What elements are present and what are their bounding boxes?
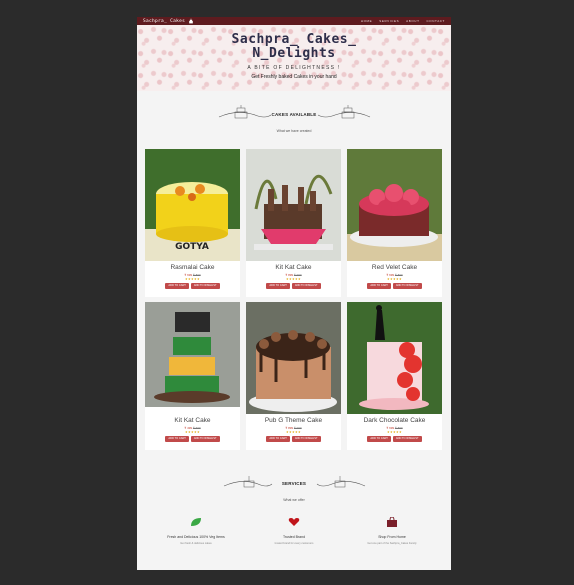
add-to-cart-button[interactable]: ADD TO CART [165, 282, 189, 289]
hero-subtitle: Get Freshly baked Cakes in your hand [251, 74, 337, 80]
cake-card[interactable]: Kit Kat Cake ₹ 899 ₹ 999 ★★★★★ ADD TO CA… [246, 149, 341, 297]
page: Sachpra_ Cakes HOME SERVICES ABOUT CONTA… [137, 17, 451, 570]
cake-name: Kit Kat Cake [174, 417, 211, 424]
services-section: SERVICES What we offer Fresh and Delicio… [137, 472, 451, 545]
service-title: Trusted Brand [282, 535, 306, 539]
cake-image[interactable] [347, 149, 442, 261]
service-desc: trusted brand for every customers [274, 541, 314, 545]
hero-title: Sachpra_ Cakes_ N_Delights [137, 25, 451, 61]
add-to-cart-button[interactable]: ADD TO CART [266, 282, 290, 289]
cake-card[interactable]: Red Velet Cake ₹ 699 ₹ 899 ★★★★★ ADD TO … [347, 149, 442, 297]
heart-icon [288, 518, 300, 526]
service-item: Trusted Brand trusted brand for every cu… [254, 514, 334, 545]
cake-icon [189, 18, 193, 24]
add-to-cart-button[interactable]: ADD TO CART [165, 435, 189, 442]
cake-image[interactable] [347, 302, 442, 414]
service-desc: Get fresh & delicious cakes [180, 541, 212, 545]
hero-title-line2: N_Delights [252, 46, 336, 61]
rating-stars: ★★★★★ [185, 429, 200, 434]
nav-link-services[interactable]: SERVICES [379, 19, 399, 23]
add-to-cart-button[interactable]: ADD TO CART [367, 435, 391, 442]
cake-image[interactable] [246, 149, 341, 261]
service-item: Shop From Home Get one part of the Sachp… [352, 514, 432, 545]
cakes-section-title: CAKES AVAILABLE [271, 112, 317, 117]
cakes-section-header: CAKES AVAILABLE [137, 103, 451, 127]
add-to-wishlist-button[interactable]: ADD TO WISHLIST [190, 435, 220, 442]
cake-grid: GOTYA Rasmalai Cake ₹ 699 ₹ 899 ★★★★★ AD… [145, 149, 442, 450]
navbar: Sachpra_ Cakes HOME SERVICES ABOUT CONTA… [137, 17, 451, 25]
add-to-wishlist-button[interactable]: ADD TO WISHLIST [291, 282, 321, 289]
cake-name: Dark Chocolate Cake [363, 417, 426, 424]
cake-card[interactable]: GOTYA Rasmalai Cake ₹ 699 ₹ 899 ★★★★★ AD… [145, 149, 240, 297]
hero-banner: Sachpra_ Cakes_ N_Delights A BITE OF DEL… [137, 25, 451, 91]
nav-link-contact[interactable]: CONTACT [427, 19, 445, 23]
cake-name: Kit Kat Cake [275, 264, 312, 271]
add-to-cart-button[interactable]: ADD TO CART [266, 435, 290, 442]
cakes-section-subtitle: What we have created [276, 129, 312, 133]
bag-icon [387, 516, 397, 527]
cake-card[interactable]: Dark Chocolate Cake ₹ 699 ₹ 899 ★★★★★ AD… [347, 302, 442, 450]
rating-stars: ★★★★★ [286, 276, 301, 281]
service-item: Fresh and Delicious 100% Veg Items Get f… [156, 514, 236, 545]
nav-link-home[interactable]: HOME [361, 19, 372, 23]
services-section-title: SERVICES [281, 481, 307, 486]
cake-image[interactable]: GOTYA [145, 149, 240, 261]
leaf-icon [191, 518, 201, 526]
add-to-wishlist-button[interactable]: ADD TO WISHLIST [392, 435, 422, 442]
hero-title-line1: Sachpra_ Cakes_ [231, 32, 357, 47]
service-title: Fresh and Delicious 100% Veg Items [167, 535, 225, 539]
add-to-wishlist-button[interactable]: ADD TO WISHLIST [392, 282, 422, 289]
cake-image[interactable] [246, 302, 341, 414]
nav-links: HOME SERVICES ABOUT CONTACT [361, 19, 445, 23]
rating-stars: ★★★★★ [387, 276, 402, 281]
rating-stars: ★★★★★ [185, 276, 200, 281]
rating-stars: ★★★★★ [387, 429, 402, 434]
services-section-subtitle: What we offer [283, 498, 305, 502]
cake-name: Red Velet Cake [371, 264, 418, 271]
services-section-header: SERVICES [137, 472, 451, 496]
cake-name: Pub G Theme Cake [264, 417, 323, 424]
cake-card[interactable]: Pub G Theme Cake ₹ 899 ₹ 999 ★★★★★ ADD T… [246, 302, 341, 450]
brand[interactable]: Sachpra_ Cakes [143, 18, 194, 24]
svg-text:GOTYA: GOTYA [175, 242, 209, 252]
add-to-wishlist-button[interactable]: ADD TO WISHLIST [291, 435, 321, 442]
service-title: Shop From Home [378, 535, 406, 539]
cake-card[interactable]: Kit Kat Cake ₹ 499 ₹ 699 ★★★★★ ADD TO CA… [145, 302, 240, 450]
nav-link-about[interactable]: ABOUT [406, 19, 419, 23]
cake-image[interactable] [145, 302, 240, 414]
service-desc: Get one part of the Sachpra_Cakes Family [367, 541, 417, 545]
add-to-cart-button[interactable]: ADD TO CART [367, 282, 391, 289]
brand-name: Sachpra_ Cakes [143, 18, 186, 24]
cake-name: Rasmalai Cake [170, 264, 215, 271]
hero-tagline: A BITE OF DELIGHTNESS ! [247, 65, 341, 71]
rating-stars: ★★★★★ [286, 429, 301, 434]
add-to-wishlist-button[interactable]: ADD TO WISHLIST [190, 282, 220, 289]
